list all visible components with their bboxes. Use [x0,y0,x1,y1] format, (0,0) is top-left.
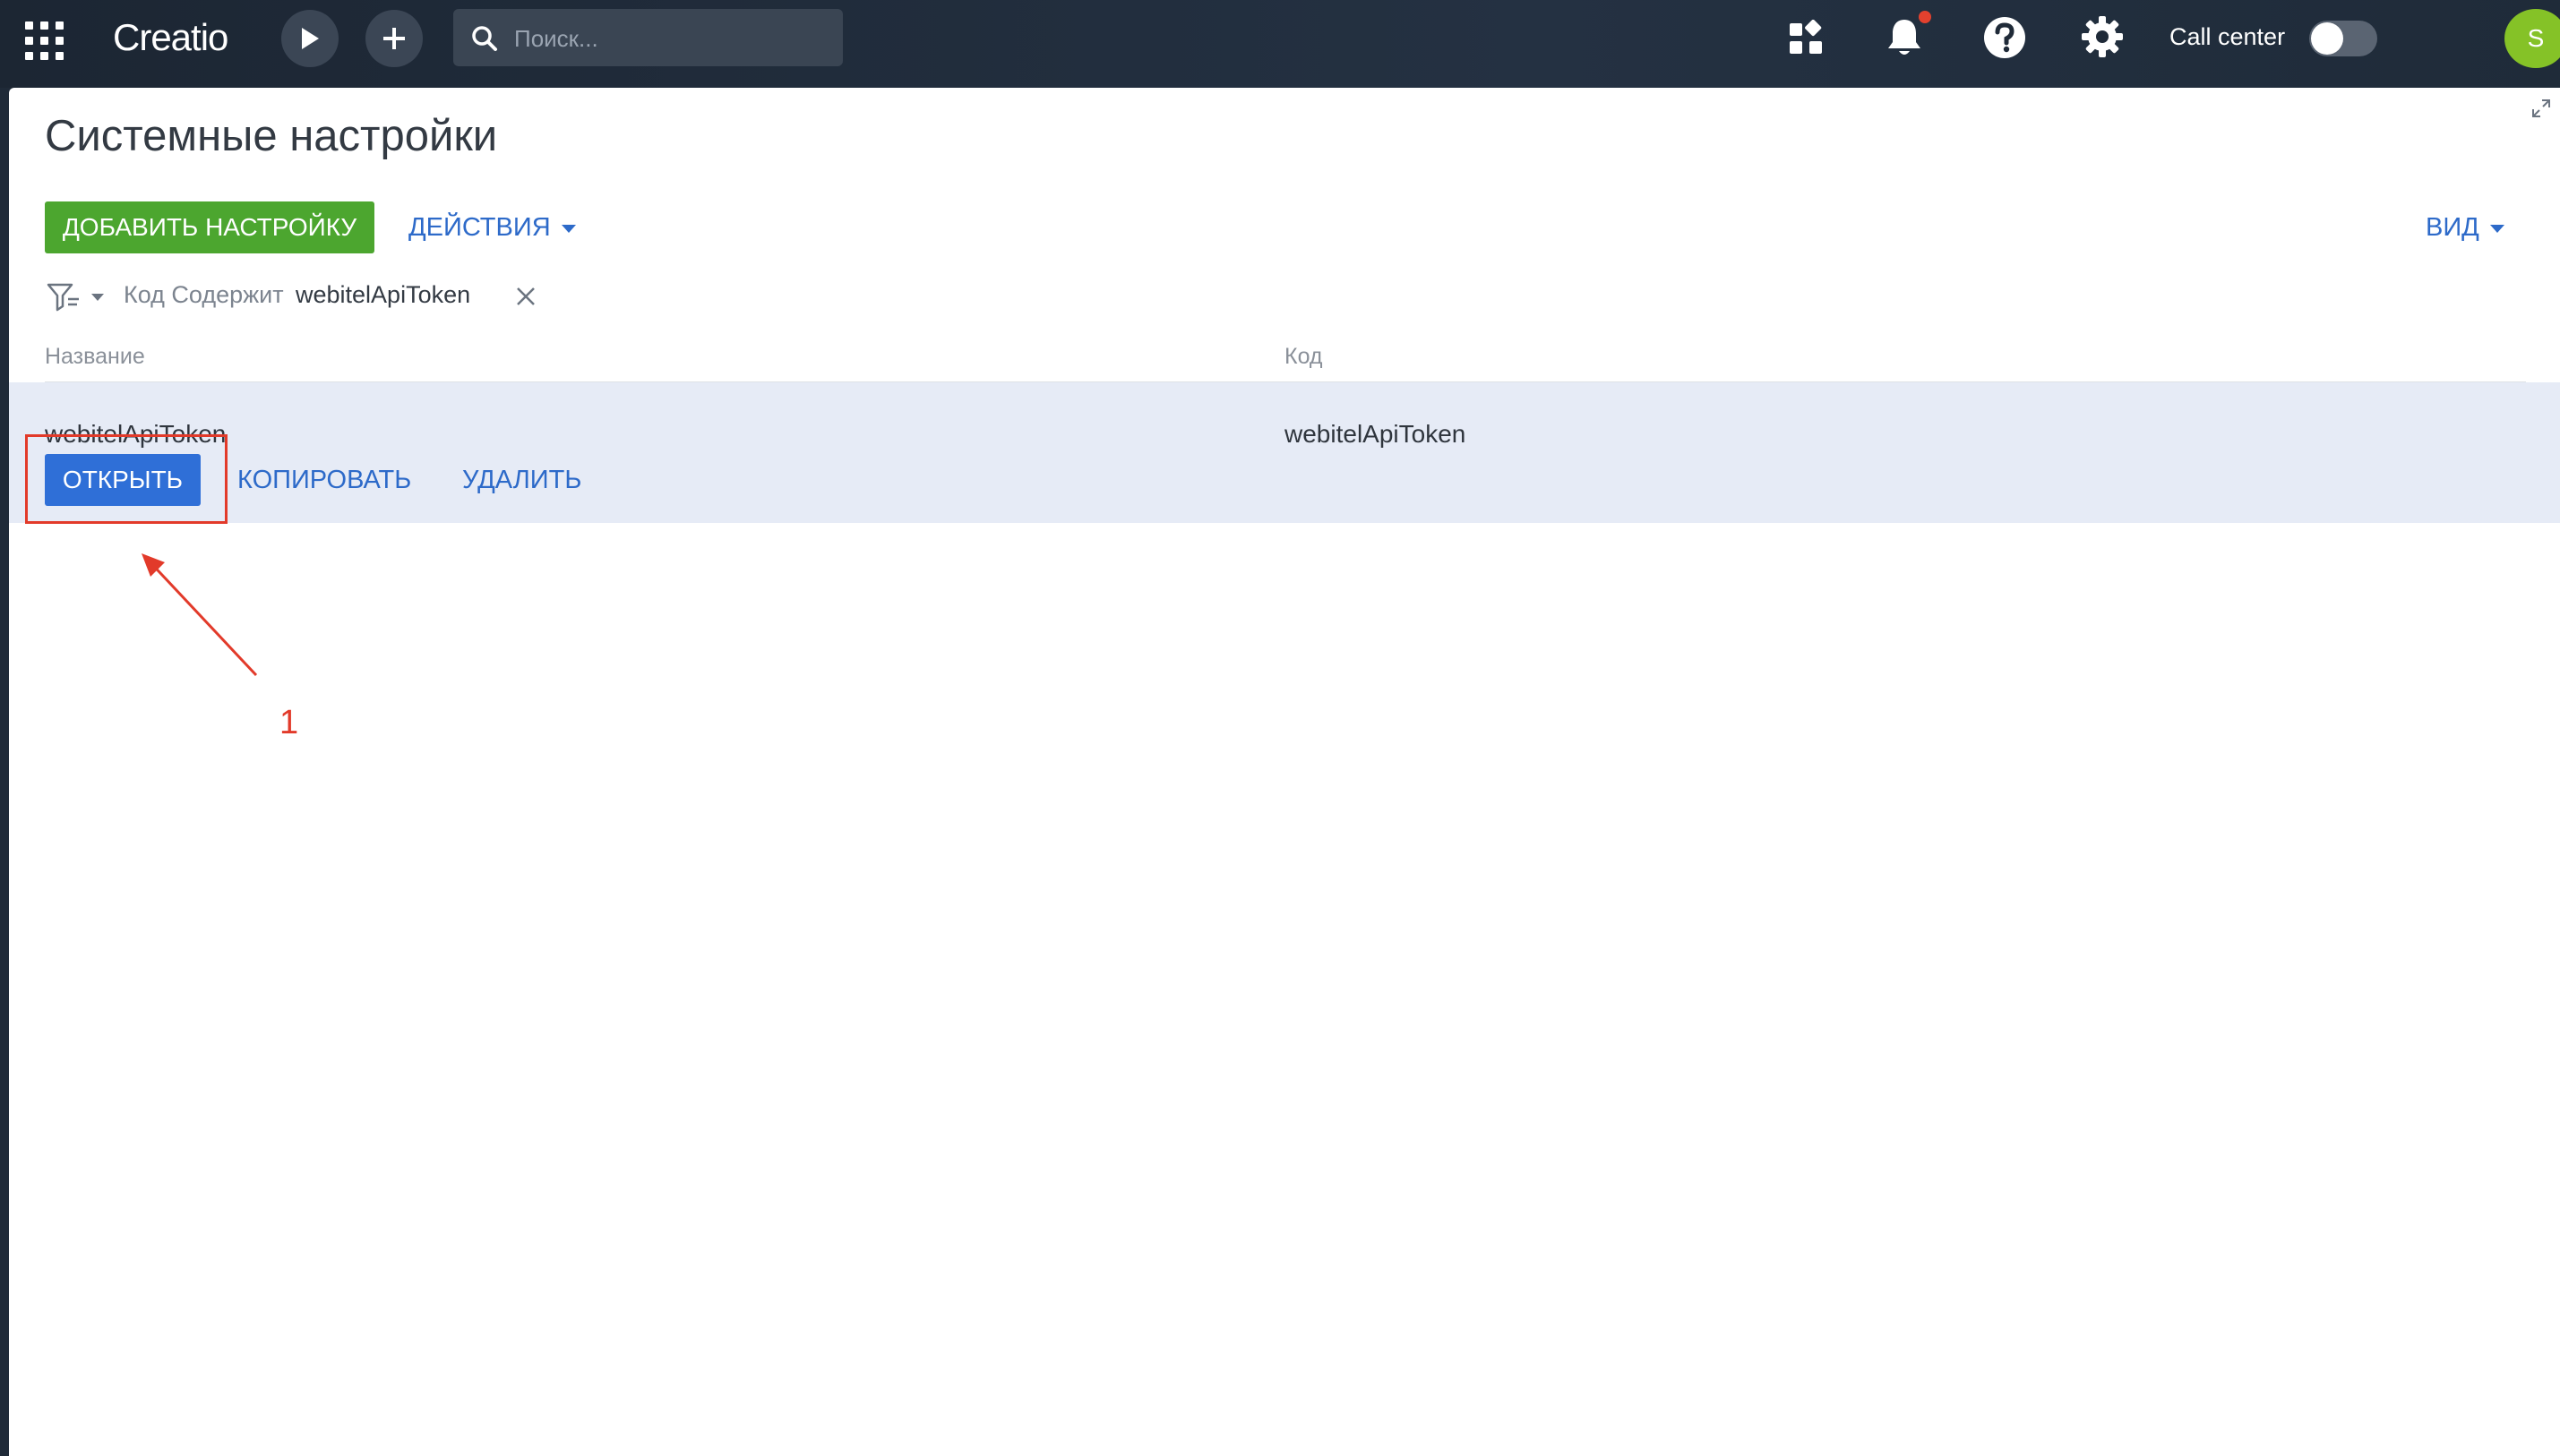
call-center-label: Call center [2169,23,2286,50]
app-grid-icon[interactable] [23,20,64,61]
filter-value[interactable]: webitelApiToken [296,281,470,309]
actions-menu-button[interactable]: ДЕЙСТВИЯ [408,213,576,243]
annotation-step-number: 1 [279,704,299,741]
add-setting-button[interactable]: ДОБАВИТЬ НАСТРОЙКУ [45,201,374,253]
user-avatar[interactable]: S [2504,9,2560,68]
call-center-toggle[interactable] [2309,21,2377,56]
settings-gear-icon[interactable] [2080,14,2125,59]
toggle-knob [2311,22,2343,55]
row-code-cell: webitelApiToken [1284,420,1466,448]
chevron-down-icon [2489,224,2504,233]
view-menu-button[interactable]: ВИД [2426,213,2504,243]
column-header-name[interactable]: Название [45,344,145,370]
global-search[interactable] [453,9,843,68]
actions-label: ДЕЙСТВИЯ [408,213,551,242]
expand-icon[interactable] [2531,98,2551,118]
notification-badge [1919,11,1931,23]
copy-button[interactable]: КОПИРОВАТЬ [237,466,411,495]
quick-add-button[interactable] [365,10,423,67]
top-bar: Creatio Поиск... Call center S [0,0,2560,88]
delete-button[interactable]: УДАЛИТЬ [462,466,581,495]
run-process-button[interactable] [281,10,339,67]
page-title: Системные настройки [45,112,498,160]
creatio-logo[interactable]: Creatio [113,16,228,59]
system-settings-page: Системные настройки ДОБАВИТЬ НАСТРОЙКУ Д… [9,88,2560,1456]
annotation-highlight-box [25,434,228,524]
table-row[interactable]: webitelApiToken webitelApiToken ОТКРЫТЬ … [9,382,2560,523]
dashboards-icon[interactable] [1788,20,1824,56]
column-header-code[interactable]: Код [1284,344,1323,370]
plus-icon [383,28,405,49]
play-icon [302,28,319,49]
view-label: ВИД [2426,213,2479,242]
filter-dropdown-icon[interactable] [91,294,104,301]
filter-icon[interactable] [45,279,82,315]
search-icon [472,26,497,51]
chevron-down-icon [561,224,576,233]
search-input[interactable] [512,9,838,68]
filter-field-label[interactable]: Код Содержит [124,281,284,309]
help-icon[interactable] [1983,16,2026,59]
remove-filter-icon[interactable] [516,287,536,306]
notifications-bell-icon[interactable] [1885,16,1924,59]
annotation-arrow-icon [142,553,258,677]
